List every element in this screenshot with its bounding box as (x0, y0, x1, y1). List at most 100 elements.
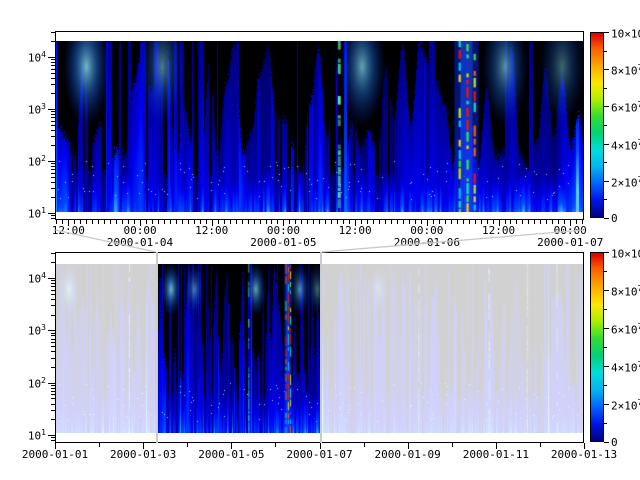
y-major-tick (48, 330, 55, 331)
zoom-panel (55, 31, 584, 220)
y-minor-tick (51, 78, 55, 79)
x-minor-tick (415, 220, 416, 224)
y-minor-tick (51, 437, 55, 438)
x-minor-tick (451, 220, 452, 224)
y-minor-tick (51, 215, 55, 216)
y-minor-tick (51, 410, 55, 411)
colorbar-minor-tick (604, 423, 607, 424)
selection-window[interactable] (156, 252, 322, 443)
x-minor-tick (182, 220, 183, 224)
x-minor-tick (218, 220, 219, 224)
colorbar-tick (604, 32, 609, 33)
x-minor-tick (271, 220, 272, 224)
y-minor-tick (51, 69, 55, 70)
y-tick-label: 103 (19, 103, 46, 116)
x-minor-tick (552, 220, 553, 224)
y-major-tick (48, 161, 55, 162)
y-minor-tick (51, 280, 55, 281)
colorbar-minor-tick (604, 309, 607, 310)
x-minor-tick (206, 220, 207, 224)
x-minor-tick (540, 443, 541, 447)
y-major-tick (48, 383, 55, 384)
x-minor-tick (564, 220, 565, 224)
colorbar-tick (604, 328, 609, 329)
y-minor-tick (51, 394, 55, 395)
x-minor-tick (433, 220, 434, 224)
y-minor-tick (51, 130, 55, 131)
y-minor-tick (51, 294, 55, 295)
y-minor-tick (51, 169, 55, 170)
x-minor-tick (516, 220, 517, 224)
x-minor-tick (164, 220, 165, 224)
y-minor-tick (51, 41, 55, 42)
y-minor-tick (51, 391, 55, 392)
x-minor-tick (403, 220, 404, 224)
y-minor-tick (51, 305, 55, 306)
x-minor-tick (475, 220, 476, 224)
x-minor-tick (62, 220, 63, 224)
y-minor-tick (51, 218, 55, 219)
y-minor-tick (51, 125, 55, 126)
x-minor-tick (445, 220, 446, 224)
y-minor-tick (51, 290, 55, 291)
x-tick-label: 00:00 (410, 225, 443, 236)
x-minor-tick (313, 220, 314, 224)
x-minor-tick (528, 220, 529, 224)
x-minor-tick (325, 220, 326, 224)
y-minor-tick (51, 388, 55, 389)
x-minor-tick (522, 220, 523, 224)
x-minor-tick (364, 443, 365, 447)
y-minor-tick (51, 188, 55, 189)
overview-dimmed-region-left (56, 253, 156, 442)
x-tick-label: 2000-01-11 (463, 449, 529, 460)
x-tick-label: 2000-01-01 (22, 449, 88, 460)
y-minor-tick (51, 335, 55, 336)
x-minor-tick (367, 220, 368, 224)
x-minor-tick (546, 220, 547, 224)
colorbar-tick-label: 2×107 (611, 176, 640, 189)
x-minor-tick (534, 220, 535, 224)
x-minor-tick (337, 220, 338, 224)
x-minor-tick (379, 220, 380, 224)
x-minor-tick (187, 443, 188, 447)
y-minor-tick (51, 111, 55, 112)
x-minor-tick (582, 220, 583, 224)
colorbar-tick-label: 6×107 (611, 323, 640, 336)
y-minor-tick (51, 315, 55, 316)
x-minor-tick (194, 220, 195, 224)
colorbar-tick-label: 8×107 (611, 285, 640, 298)
y-minor-tick (51, 404, 55, 405)
x-minor-tick (236, 220, 237, 224)
y-minor-tick (51, 121, 55, 122)
x-minor-tick (361, 220, 362, 224)
y-minor-tick (51, 59, 55, 60)
x-minor-tick (110, 220, 111, 224)
x-minor-tick (289, 220, 290, 224)
y-minor-tick (51, 182, 55, 183)
y-minor-tick (51, 117, 55, 118)
x-minor-tick (224, 220, 225, 224)
y-minor-tick (51, 358, 55, 359)
y-minor-tick (51, 65, 55, 66)
colorbar-tick (604, 218, 609, 219)
x-minor-tick (56, 220, 57, 224)
x-date-label: 2000-01-04 (107, 237, 173, 248)
x-minor-tick (397, 220, 398, 224)
y-minor-tick (51, 73, 55, 74)
x-tick-label: 2000-01-13 (551, 449, 617, 460)
colorbar-tick (604, 106, 609, 107)
colorbar-tick-label: 4×107 (611, 139, 640, 152)
y-major-tick (48, 278, 55, 279)
x-minor-tick (307, 220, 308, 224)
x-minor-tick (510, 220, 511, 224)
x-minor-tick (104, 220, 105, 224)
x-minor-tick (134, 220, 135, 224)
y-minor-tick (51, 32, 55, 33)
y-minor-tick (51, 62, 55, 63)
x-tick-label: 00:00 (554, 225, 587, 236)
y-minor-tick (51, 253, 55, 254)
x-minor-tick (481, 220, 482, 224)
x-minor-tick (469, 220, 470, 224)
x-minor-tick (452, 443, 453, 447)
x-minor-tick (188, 220, 189, 224)
